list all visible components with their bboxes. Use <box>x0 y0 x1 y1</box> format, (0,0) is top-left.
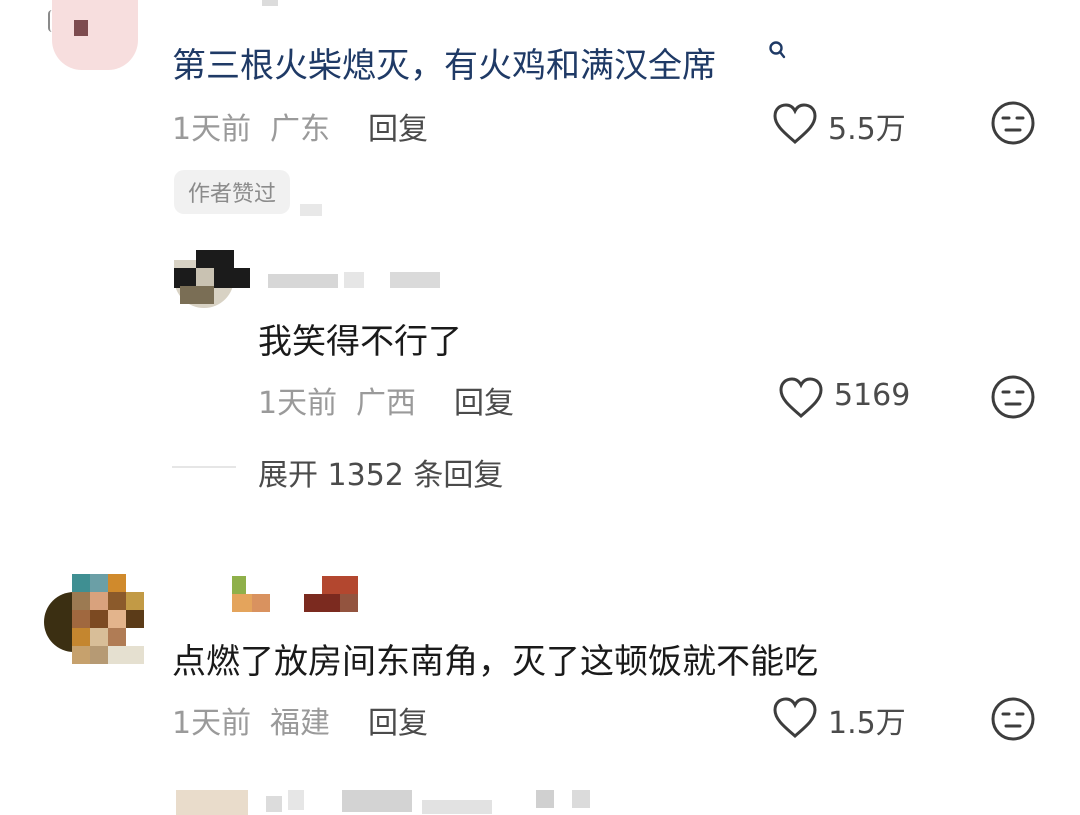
username[interactable] <box>262 790 602 815</box>
reply-time: 1天前 <box>258 386 338 421</box>
dislike-button[interactable] <box>990 696 1036 746</box>
avatar[interactable] <box>44 0 144 72</box>
username[interactable] <box>262 0 278 6</box>
like-count: 1.5万 <box>828 706 906 741</box>
reply-location: 广西 <box>356 386 416 421</box>
reply-button[interactable]: 回复 <box>368 104 428 148</box>
author-liked-badge: 作者赞过 <box>174 170 291 214</box>
reply-text[interactable]: 我笑得不行了 <box>258 314 462 363</box>
reply-button[interactable]: 回复 <box>368 698 428 742</box>
comment-time: 1天前 <box>172 112 252 147</box>
heart-icon <box>779 377 823 419</box>
heart-icon <box>773 103 817 145</box>
dislike-button[interactable] <box>990 374 1036 424</box>
username[interactable] <box>230 576 360 614</box>
dislike-button[interactable] <box>990 100 1036 150</box>
avatar[interactable] <box>44 574 144 666</box>
comment-location: 福建 <box>270 706 330 741</box>
comment-time: 1天前 <box>172 706 252 741</box>
neutral-face-icon <box>991 375 1035 419</box>
search-icon[interactable] <box>768 40 788 62</box>
avatar[interactable] <box>176 790 248 815</box>
neutral-face-icon <box>991 697 1035 741</box>
comment-text[interactable]: 第三根火柴熄灭，有火鸡和满汉全席 <box>172 38 716 87</box>
heart-icon <box>773 697 817 739</box>
reply-button[interactable]: 回复 <box>454 378 514 422</box>
like-count: 5.5万 <box>828 112 906 147</box>
reply-username[interactable] <box>268 270 444 290</box>
like-count: 5169 <box>834 378 911 413</box>
reply-avatar[interactable] <box>174 250 250 310</box>
comment-location: 广东 <box>270 112 330 147</box>
neutral-face-icon <box>991 101 1035 145</box>
comment-text[interactable]: 点燃了放房间东南角，灭了这顿饭就不能吃 <box>172 634 818 683</box>
expand-divider <box>172 466 236 468</box>
expand-replies-button[interactable]: 展开 1352 条回复 <box>258 450 503 494</box>
